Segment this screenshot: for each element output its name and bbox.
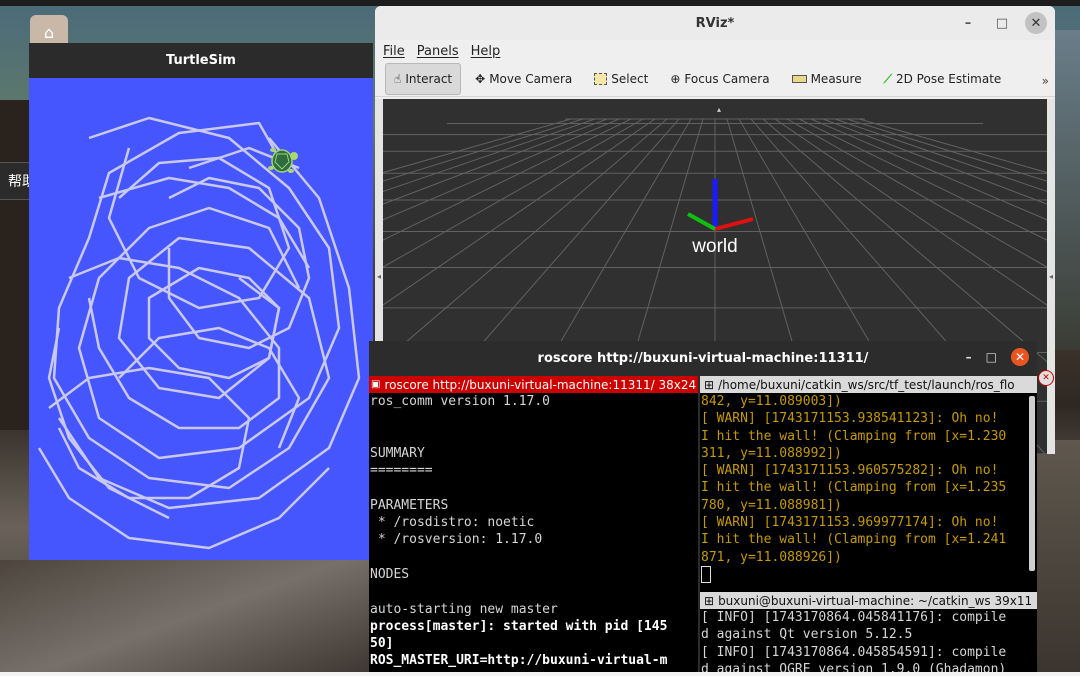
select-box-icon	[594, 73, 608, 85]
terminal-line: auto-starting new master	[370, 601, 558, 617]
viewport-origin-marker: ▴	[717, 105, 721, 114]
pose-arrow-icon: ⟋	[883, 71, 892, 86]
terminal-output: ros_comm version 1.17.0 SUMMARY ======== …	[369, 393, 698, 670]
rviz-title: RViz*	[695, 15, 735, 31]
close-button[interactable]: ✕	[1011, 348, 1029, 366]
terminal-line: NODES	[370, 566, 410, 582]
toolbar-overflow-button[interactable]: »	[1042, 74, 1049, 88]
maximize-button[interactable]: □	[986, 350, 997, 364]
terminal-line: PARAMETERS	[370, 497, 449, 513]
bridge-rail-left	[0, 100, 30, 430]
right-panel-handle[interactable]: ◂	[1047, 99, 1055, 454]
tool-2d-pose-estimate[interactable]: ⟋ 2D Pose Estimate	[876, 64, 1010, 94]
terminal-line: * /rosdistro: noetic	[370, 515, 535, 531]
roscore-title: roscore http://buxuni-virtual-machine:11…	[537, 351, 869, 366]
terminal-line: [ WARN] [1743171153.938541123]: Oh no!	[701, 411, 999, 427]
terminal-pane-launch[interactable]: ⊞ /home/buxuni/catkin_ws/src/tf_test/lau…	[700, 376, 1037, 594]
menu-help[interactable]: Help	[471, 44, 501, 59]
ruler-icon	[791, 75, 807, 83]
terminal-icon: ⊞	[704, 377, 715, 392]
terminal-line: 871, y=11.088926])	[701, 549, 842, 565]
tool-measure[interactable]: Measure	[784, 64, 870, 94]
focus-target-icon: ⊕	[670, 72, 681, 86]
terminal-pane-catkin[interactable]: ⊞ buxuni@buxuni-virtual-machine: ~/catki…	[700, 592, 1037, 676]
terminal-icon: ⊞	[704, 593, 715, 608]
tool-focus-camera[interactable]: ⊕ Focus Camera	[662, 64, 777, 94]
tool-select[interactable]: Select	[586, 64, 656, 94]
pane-header-label: roscore http://buxuni-virtual-machine:11…	[384, 377, 697, 392]
turtle-trail	[37, 116, 361, 550]
turtlesim-title: TurtleSim	[166, 53, 236, 68]
terminal-line: 780, y=11.088981])	[701, 497, 842, 513]
pane-close-icon[interactable]: ✕	[1038, 370, 1054, 386]
terminal-icon: ▣	[371, 379, 381, 390]
terminal-line: ROS_MASTER_URI=http://buxuni-virtual-m	[370, 653, 668, 669]
tool-2d-pose-estimate-label: 2D Pose Estimate	[895, 72, 1002, 86]
move-camera-icon: ✥	[475, 72, 486, 86]
world-frame-label: world	[691, 236, 737, 257]
terminal-line: ros_comm version 1.17.0	[370, 394, 551, 409]
tool-interact[interactable]: ☝ Interact	[385, 63, 462, 95]
terminal-line: [ INFO] [1743170864.045841176]: compile	[701, 610, 1007, 625]
terminal-output: [ INFO] [1743170864.045841176]: compile d…	[700, 609, 1037, 676]
tool-move-camera[interactable]: ✥ Move Camera	[467, 64, 580, 94]
tool-interact-label: Interact	[405, 72, 453, 86]
roscore-terminal-window[interactable]: roscore http://buxuni-virtual-machine:11…	[369, 341, 1037, 676]
pane-header-roscore: ▣ roscore http://buxuni-virtual-machine:…	[369, 376, 698, 393]
roscore-titlebar[interactable]: roscore http://buxuni-virtual-machine:11…	[369, 341, 1037, 376]
terminal-line: I hit the wall! (Clamping from [x=1.235	[701, 480, 1007, 496]
tool-measure-label: Measure	[810, 72, 862, 86]
terminal-line: I hit the wall! (Clamping from [x=1.241	[701, 532, 1007, 548]
tool-select-label: Select	[611, 72, 649, 86]
rviz-menubar: File Panels Help	[375, 40, 1055, 62]
scrollbar[interactable]	[1029, 396, 1035, 571]
terminal-line: 50]	[370, 636, 394, 652]
turtlesim-window[interactable]: TurtleSim	[29, 43, 373, 560]
terminal-line: 842, y=11.089003])	[701, 394, 842, 409]
terminal-line: SUMMARY	[370, 445, 425, 461]
tool-focus-camera-label: Focus Camera	[684, 72, 770, 86]
menu-file[interactable]: File	[383, 44, 405, 59]
bridge-post-right	[1037, 440, 1080, 676]
terminal-line: ========	[370, 463, 433, 479]
terminal-line: 311, y=11.088992])	[701, 445, 842, 461]
turtle-icon	[265, 144, 299, 178]
pane-header-launch: ⊞ /home/buxuni/catkin_ws/src/tf_test/lau…	[700, 376, 1037, 393]
bridge-deck	[0, 560, 370, 676]
terminal-line: * /rosversion: 1.17.0	[370, 532, 543, 548]
terminal-pane-roscore[interactable]: ▣ roscore http://buxuni-virtual-machine:…	[369, 376, 698, 676]
terminal-line: [ INFO] [1743170864.045854591]: compile	[701, 644, 1007, 660]
close-button[interactable]: ✕	[1025, 12, 1047, 34]
terminal-line: process[master]: started with pid [145	[370, 618, 668, 634]
terminal-line: [ WARN] [1743171153.960575282]: Oh no!	[701, 463, 999, 479]
hand-pointer-icon: ☝	[394, 72, 402, 86]
terminal-output: 842, y=11.089003]) [ WARN] [1743171153.93…	[700, 393, 1037, 583]
terminal-line: d against Qt version 5.12.5	[701, 627, 913, 643]
maximize-button[interactable]: □	[991, 12, 1013, 34]
minimize-button[interactable]: –	[966, 350, 972, 364]
rviz-toolbar: ☝ Interact ✥ Move Camera Select ⊕ Focus …	[375, 62, 1055, 97]
minimize-button[interactable]: –	[957, 12, 979, 34]
pane-header-label: buxuni@buxuni-virtual-machine: ~/catkin_…	[718, 593, 1033, 608]
pane-header-label: /home/buxuni/catkin_ws/src/tf_test/launc…	[718, 377, 1015, 392]
terminal-line: [ WARN] [1743171153.969977174]: Oh no!	[701, 515, 999, 531]
terminal-line: I hit the wall! (Clamping from [x=1.230	[701, 428, 1007, 444]
menu-panels[interactable]: Panels	[417, 44, 459, 59]
rviz-titlebar[interactable]: RViz* – □ ✕	[375, 6, 1055, 40]
bridge-rail-right	[1055, 30, 1080, 350]
bottom-edge	[0, 672, 1080, 676]
pane-header-catkin: ⊞ buxuni@buxuni-virtual-machine: ~/catki…	[700, 592, 1037, 609]
tool-move-camera-label: Move Camera	[489, 72, 573, 86]
terminal-cursor	[701, 565, 1037, 583]
turtlesim-canvas	[29, 78, 373, 560]
